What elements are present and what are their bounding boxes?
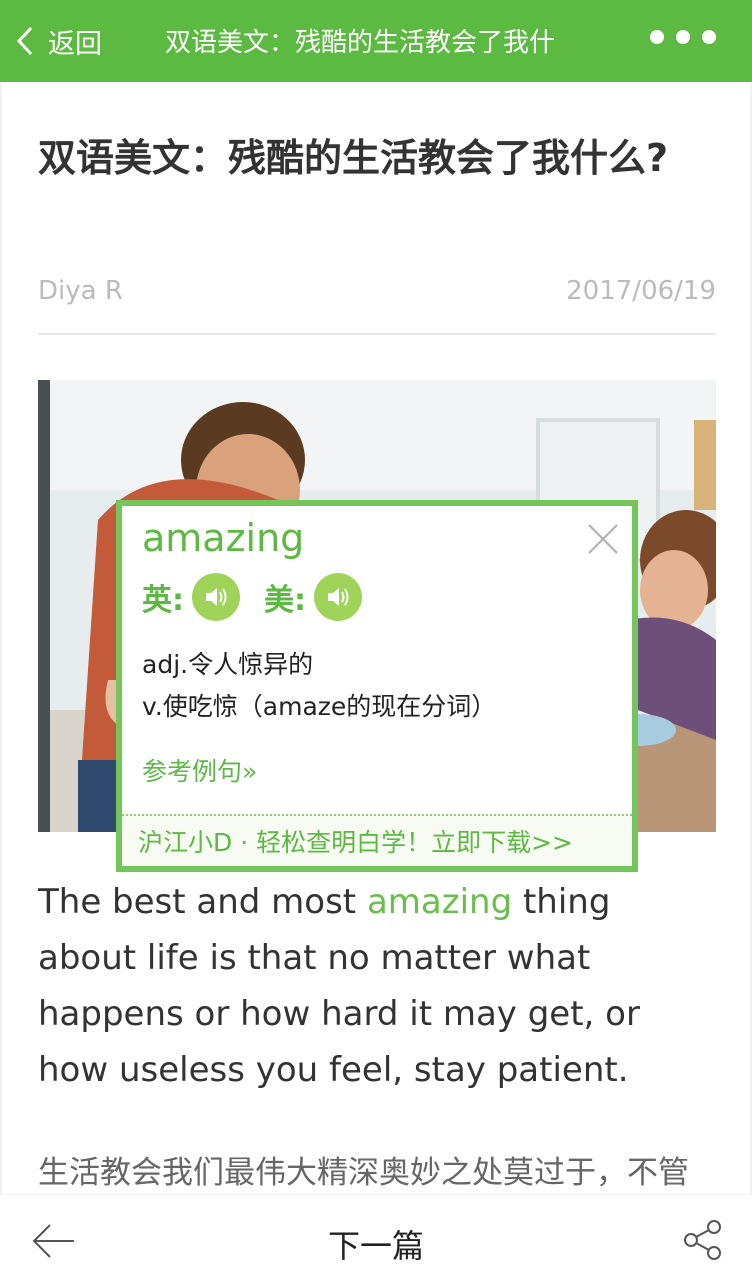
paragraph-english: The best and most amazing thing about li… [38, 874, 718, 1098]
dictionary-popup: amazing 英: 美: adj.令人惊异的 v.使吃惊（amaze的现在分词… [116, 500, 638, 872]
definition-verb: v.使吃惊（amaze的现在分词） [142, 692, 497, 721]
author: Diya R [38, 276, 123, 306]
speaker-icon[interactable] [314, 573, 362, 621]
close-icon[interactable] [586, 522, 620, 556]
examples-link[interactable]: 参考例句» [142, 752, 257, 788]
publish-date: 2017/06/19 [566, 276, 716, 306]
back-label: 返回 [48, 28, 102, 60]
paragraph-chinese: 生活教会我们最伟大精深奥妙之处莫过于，不管 [38, 1155, 689, 1191]
definition-adj: adj.令人惊异的 [142, 650, 314, 679]
us-label: 美: [264, 583, 306, 618]
paragraph-text: The best and most [38, 882, 367, 922]
nav-title: 双语美文：残酷的生活教会了我什 [165, 28, 556, 58]
speaker-icon[interactable] [192, 573, 240, 621]
definition-block: adj.令人惊异的 v.使吃惊（amaze的现在分词） [142, 644, 496, 728]
more-dots-icon[interactable] [650, 30, 716, 44]
popup-body: amazing 英: 美: adj.令人惊异的 v.使吃惊（amaze的现在分词… [122, 506, 632, 866]
article-title: 双语美文：残酷的生活教会了我什么? [38, 136, 669, 180]
pronunciation-row: 英: 美: [142, 572, 386, 622]
top-nav-bar: 返回 双语美文：残酷的生活教会了我什 [0, 0, 752, 82]
download-banner[interactable]: 沪江小D · 轻松查明白学！立即下载>> [122, 814, 632, 866]
popup-word: amazing [142, 516, 305, 560]
back-button[interactable]: 返回 [14, 18, 102, 64]
share-icon[interactable] [682, 1219, 724, 1261]
divider [38, 333, 716, 335]
next-article-button[interactable]: 下一篇 [0, 1221, 752, 1267]
article-meta: Diya R 2017/06/19 [38, 276, 716, 316]
chevron-left-icon [16, 26, 33, 56]
left-border [0, 82, 2, 1286]
uk-label: 英: [142, 583, 184, 618]
bottom-toolbar: 下一篇 [0, 1194, 752, 1287]
highlighted-word[interactable]: amazing [367, 882, 512, 922]
